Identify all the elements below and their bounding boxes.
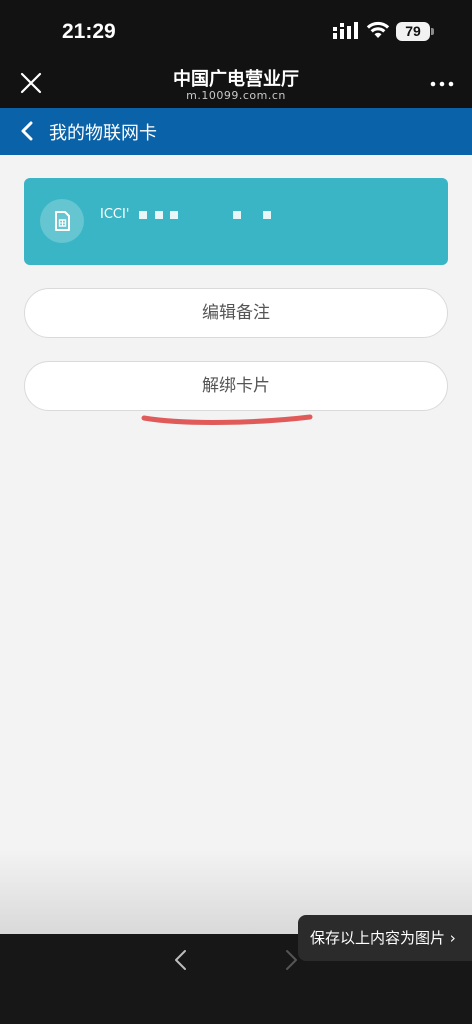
- back-icon[interactable]: [16, 119, 40, 143]
- battery-indicator: 79: [396, 22, 430, 41]
- signal-icon: [333, 22, 358, 39]
- masked-digit: [170, 211, 178, 219]
- iccid-label: ICCI': [100, 207, 130, 222]
- masked-digit: [139, 211, 147, 219]
- browser-title: 中国广电营业厅: [173, 69, 299, 89]
- masked-digit: [263, 211, 271, 219]
- status-bar: 21:29 79: [0, 0, 472, 60]
- more-icon[interactable]: [428, 74, 456, 94]
- page-title: 我的物联网卡: [49, 123, 157, 144]
- nav-bar: 我的物联网卡: [0, 108, 472, 155]
- edit-note-button[interactable]: 编辑备注: [24, 288, 448, 338]
- browser-header: 中国广电营业厅 m.10099.com.cn: [0, 60, 472, 108]
- wifi-icon: [366, 21, 390, 38]
- save-as-image-button[interactable]: 保存以上内容为图片 ›: [298, 915, 472, 961]
- sim-card-icon: [40, 199, 84, 243]
- battery-tip: [431, 28, 434, 35]
- browser-url: m.10099.com.cn: [186, 89, 286, 102]
- status-time: 21:29: [62, 20, 116, 43]
- masked-digit: [155, 211, 163, 219]
- unbind-card-button[interactable]: 解绑卡片: [24, 361, 448, 411]
- sim-card[interactable]: ICCI': [24, 178, 448, 265]
- browser-back-icon[interactable]: [172, 949, 190, 971]
- red-annotation-underline: [141, 414, 313, 425]
- masked-digit: [233, 211, 241, 219]
